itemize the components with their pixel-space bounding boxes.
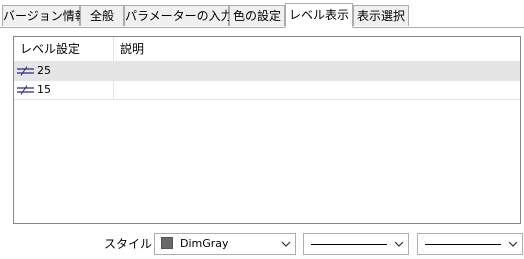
style-toolbar: スタイル： DimGray bbox=[0, 232, 524, 256]
level-value: 15 bbox=[37, 83, 51, 96]
tab-general[interactable]: 全般 bbox=[80, 5, 124, 26]
chevron-down-icon bbox=[281, 241, 291, 247]
chevron-down-icon bbox=[508, 241, 518, 247]
tab-version-info[interactable]: バージョン情報 bbox=[2, 5, 87, 26]
tab-display-selection[interactable]: 表示選択 bbox=[353, 5, 409, 26]
line-style-select[interactable] bbox=[303, 233, 409, 255]
color-swatch bbox=[161, 237, 173, 249]
chevron-down-icon bbox=[394, 241, 404, 247]
line-style-sample bbox=[311, 244, 387, 245]
levels-list-header: レベル設定 説明 bbox=[14, 37, 520, 62]
levels-list[interactable]: レベル設定 説明 25 15 bbox=[13, 36, 521, 224]
line-width-select[interactable] bbox=[417, 233, 523, 255]
level-value-cell: 25 bbox=[14, 62, 114, 80]
tab-level-display[interactable]: レベル表示 bbox=[285, 3, 353, 28]
color-select[interactable]: DimGray bbox=[154, 233, 296, 255]
column-header-level-setting[interactable]: レベル設定 bbox=[14, 37, 114, 61]
level-row[interactable]: 25 bbox=[14, 62, 520, 81]
line-width-sample bbox=[425, 244, 501, 245]
tab-parameter-input[interactable]: パラメーターの入力 bbox=[124, 5, 233, 26]
level-line-icon bbox=[17, 85, 34, 95]
level-row[interactable]: 15 bbox=[14, 81, 520, 100]
level-value: 25 bbox=[37, 64, 51, 77]
level-description-cell bbox=[114, 62, 520, 80]
tab-color-settings[interactable]: 色の設定 bbox=[229, 5, 285, 26]
column-header-description[interactable]: 説明 bbox=[114, 37, 520, 61]
level-description-cell bbox=[114, 81, 520, 99]
color-name: DimGray bbox=[180, 237, 229, 250]
level-line-icon bbox=[17, 66, 34, 76]
tab-strip: バージョン情報 全般 パラメーターの入力 色の設定 レベル表示 表示選択 bbox=[0, 0, 524, 28]
level-value-cell: 15 bbox=[14, 81, 114, 99]
